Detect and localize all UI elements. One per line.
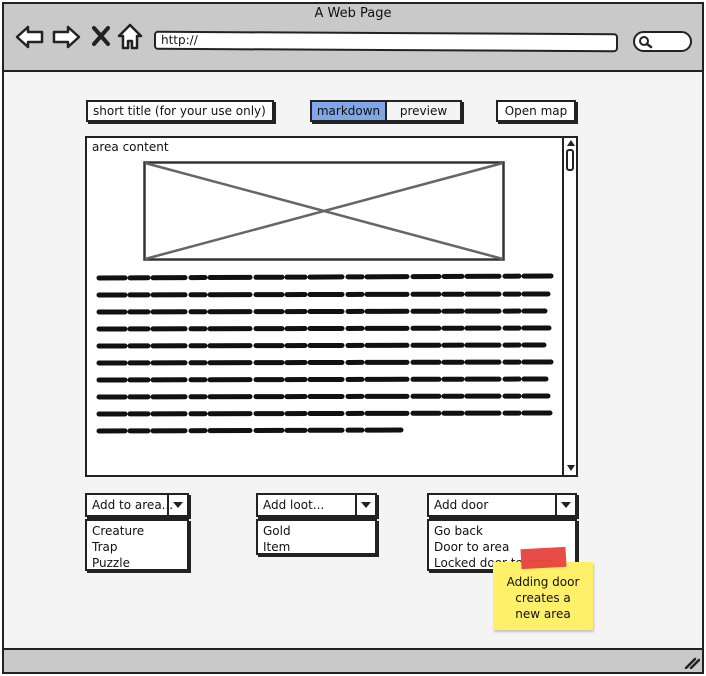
- browser-statusbar: [4, 648, 702, 672]
- add-loot-label: Add loot...: [263, 498, 325, 512]
- option-gold[interactable]: Gold: [263, 523, 370, 539]
- editor-scrollbar[interactable]: [562, 136, 578, 477]
- add-to-area-label: Add to area...: [92, 498, 174, 512]
- add-loot-dropdown[interactable]: Add loot...: [256, 493, 377, 517]
- resize-grip-icon[interactable]: [682, 655, 700, 669]
- add-loot-options: Gold Item: [256, 519, 377, 555]
- scroll-thumb[interactable]: [566, 149, 574, 171]
- add-door-label: Add door: [434, 498, 489, 512]
- chevron-down-icon: [561, 502, 571, 508]
- chevron-down-icon: [173, 502, 183, 508]
- note-line: new area: [515, 607, 571, 621]
- add-to-area-dropdown[interactable]: Add to area...: [85, 493, 189, 517]
- back-arrow-icon[interactable]: [15, 24, 45, 50]
- scroll-up-icon[interactable]: [565, 138, 577, 148]
- url-input[interactable]: http://: [153, 30, 619, 53]
- option-item[interactable]: Item: [263, 539, 370, 555]
- view-mode-toggle: markdown preview: [310, 100, 462, 122]
- search-icon: [639, 36, 653, 49]
- open-map-button[interactable]: Open map: [496, 100, 576, 122]
- scroll-down-icon[interactable]: [565, 463, 577, 473]
- option-creature[interactable]: Creature: [92, 523, 182, 539]
- option-go-back[interactable]: Go back: [434, 523, 570, 539]
- area-content-label: area content: [92, 140, 169, 154]
- close-x-icon[interactable]: [91, 25, 111, 47]
- sticky-note: Adding door creates a new area: [493, 562, 593, 630]
- add-door-dropdown[interactable]: Add door: [427, 493, 577, 517]
- note-line: creates a: [515, 591, 571, 605]
- forward-arrow-icon[interactable]: [51, 24, 81, 50]
- option-puzzle[interactable]: Puzzle: [92, 555, 182, 571]
- tape-strip: [520, 546, 567, 570]
- browser-search-box[interactable]: [633, 31, 692, 52]
- chevron-down-icon: [361, 502, 371, 508]
- short-title-input[interactable]: short title (for your use only): [86, 100, 274, 122]
- window-title: A Web Page: [314, 6, 392, 21]
- placeholder-text-block: [96, 273, 554, 434]
- tab-preview[interactable]: preview: [387, 102, 460, 120]
- tab-markdown[interactable]: markdown: [312, 102, 387, 120]
- option-trap[interactable]: Trap: [92, 539, 182, 555]
- note-line: Adding door: [506, 575, 580, 589]
- home-icon[interactable]: [117, 23, 143, 50]
- image-placeholder: [143, 161, 505, 261]
- add-to-area-options: Creature Trap Puzzle: [85, 519, 189, 571]
